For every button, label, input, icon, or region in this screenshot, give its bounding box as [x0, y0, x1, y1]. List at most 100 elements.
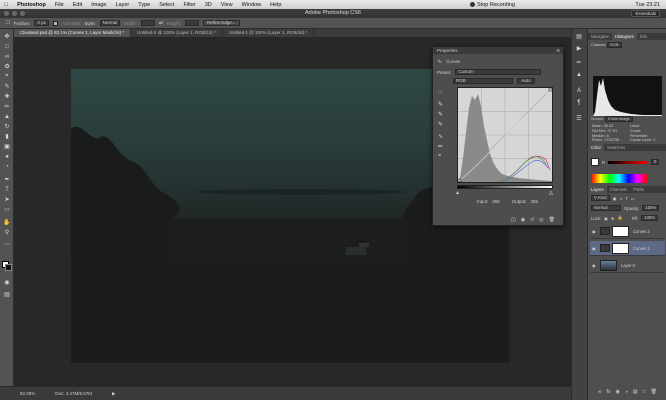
auto-button[interactable]: Auto	[517, 78, 535, 84]
clone-stamp-tool-icon[interactable]: ▲	[3, 113, 11, 120]
filter-pixel-icon[interactable]: ▣	[613, 196, 617, 201]
on-image-adjust-icon[interactable]: ☞	[438, 89, 443, 96]
dodge-tool-icon[interactable]: ◔	[3, 163, 11, 170]
white-point-eyedropper-icon[interactable]: ✎	[438, 121, 443, 128]
menu-3d[interactable]: 3D	[205, 2, 212, 8]
edit-points-icon[interactable]: ∿	[438, 133, 443, 140]
quick-select-tool-icon[interactable]: ✿	[3, 63, 11, 70]
layer-name[interactable]: Curves 2	[633, 229, 650, 234]
panel-menu-icon[interactable]: ☰	[556, 48, 560, 53]
preset-select[interactable]: Custom	[455, 69, 542, 75]
input-value[interactable]: 255	[492, 199, 500, 204]
layer-visibility-eye-icon[interactable]: ◉	[592, 229, 597, 234]
tab-histogram[interactable]: Histogram	[611, 33, 638, 40]
quick-mask-icon[interactable]: ◉	[3, 279, 11, 286]
lasso-tool-icon[interactable]: ∞	[3, 53, 11, 60]
layer-mask-thumb[interactable]	[612, 225, 629, 237]
black-slider-icon[interactable]: ▲	[455, 190, 460, 196]
layer-visibility-eye-icon[interactable]: ◉	[592, 263, 597, 268]
height-input[interactable]	[185, 20, 200, 26]
tab-layers[interactable]: Layers	[588, 186, 607, 193]
clip-to-layer-icon[interactable]: ◫	[511, 217, 516, 223]
close-window-button[interactable]	[4, 11, 9, 16]
eyedropper-tool-icon[interactable]: ✎	[3, 83, 11, 90]
filter-adjustment-icon[interactable]: ◑	[620, 196, 623, 201]
source-select[interactable]: Entire Image	[605, 116, 633, 122]
filter-type-icon[interactable]: T	[625, 196, 628, 201]
feather-input[interactable]: 0 px	[34, 20, 49, 26]
minimize-window-button[interactable]	[12, 11, 17, 16]
hand-tool-icon[interactable]: ✋	[3, 219, 11, 226]
menu-filter[interactable]: Filter	[184, 2, 196, 8]
refine-edge-button[interactable]: Refine Edge...	[203, 20, 240, 26]
lock-pixels-icon[interactable]: ▣	[604, 216, 608, 221]
brush-tool-icon[interactable]: ✏	[3, 103, 11, 110]
pen-tool-icon[interactable]: ✒	[3, 176, 11, 183]
white-slider-icon[interactable]: △	[549, 190, 553, 196]
crop-tool-icon[interactable]: ⌖	[3, 73, 11, 80]
move-tool-icon[interactable]: ✥	[3, 33, 11, 40]
visibility-eye-icon[interactable]: ◎	[539, 217, 543, 223]
channel-select[interactable]: RGB	[453, 78, 513, 84]
link-layers-icon[interactable]: ∞	[598, 389, 602, 395]
draw-curve-icon[interactable]: ✏	[438, 143, 443, 150]
fill-input[interactable]: 100%	[641, 215, 658, 221]
layer-name[interactable]: Layer 0	[621, 263, 635, 268]
swap-icon[interactable]: ⇄	[159, 20, 163, 26]
menu-select[interactable]: Select	[159, 2, 174, 8]
zoom-window-button[interactable]	[20, 11, 25, 16]
tab-color[interactable]: Color	[588, 144, 605, 151]
brush-panel-icon[interactable]: ✏	[575, 59, 583, 66]
history-brush-tool-icon[interactable]: ↻	[3, 123, 11, 130]
menu-photoshop[interactable]: Photoshop	[17, 2, 46, 8]
background-color-swatch[interactable]	[5, 264, 12, 271]
antialias-checkbox[interactable]	[52, 20, 58, 26]
menu-help[interactable]: Help	[270, 2, 281, 8]
black-point-eyedropper-icon[interactable]: ✎	[438, 101, 443, 108]
marquee-tool-icon[interactable]: □	[6, 20, 10, 26]
output-value[interactable]: 255	[531, 199, 539, 204]
recording-indicator[interactable]: Stop Recording	[470, 0, 515, 9]
delete-layer-icon[interactable]: 🗑	[651, 389, 657, 395]
history-panel-icon[interactable]: ▤	[575, 33, 583, 40]
eraser-tool-icon[interactable]: ▮	[3, 133, 11, 140]
layer-name[interactable]: Curves 1	[633, 246, 650, 251]
menu-file[interactable]: File	[55, 2, 64, 8]
reset-icon[interactable]: ↺	[530, 217, 534, 223]
tab-untitled-1[interactable]: Untitled-1 @ 100% (Layer 1, RGB/16) *	[223, 29, 315, 37]
paragraph-panel-icon[interactable]: ¶	[575, 99, 583, 106]
layer-row-layer-0[interactable]: ◉ Layer 0	[590, 258, 665, 273]
layer-row-curves-1[interactable]: ◉ Curves 1	[590, 241, 665, 256]
layer-filter-select[interactable]: ⚲ Kind	[591, 195, 610, 201]
new-adjustment-icon[interactable]: ◑	[625, 389, 628, 395]
tab-untitled-2[interactable]: Untitled-2 @ 100% (Layer 1, RGB/16) *	[131, 29, 223, 37]
healing-brush-tool-icon[interactable]: ✚	[3, 93, 11, 100]
opacity-input[interactable]: 100%	[642, 205, 660, 211]
width-input[interactable]	[140, 20, 155, 26]
properties-panel-icon[interactable]: ☰	[575, 115, 583, 122]
menu-image[interactable]: Image	[91, 2, 106, 8]
marquee-tool-icon[interactable]: □	[3, 43, 11, 50]
properties-header[interactable]: Properties ☰	[433, 47, 563, 54]
add-mask-icon[interactable]: ◉	[615, 389, 619, 395]
color-spectrum-ramp[interactable]	[591, 174, 647, 183]
status-menu-icon[interactable]: ▶	[112, 391, 115, 397]
delete-adjustment-icon[interactable]: 🗑	[549, 217, 555, 223]
type-tool-icon[interactable]: T	[3, 186, 11, 193]
character-panel-icon[interactable]: A	[575, 87, 583, 94]
tab-paths[interactable]: Paths	[630, 186, 647, 193]
tab-channels[interactable]: Channels	[607, 186, 631, 193]
menu-clock[interactable]: Tue 23:21	[635, 0, 660, 9]
clone-source-panel-icon[interactable]: ▲	[575, 71, 583, 78]
layer-style-icon[interactable]: fx	[607, 389, 611, 395]
tab-info[interactable]: Info	[637, 33, 650, 40]
lock-move-icon[interactable]: ✥	[611, 216, 615, 221]
color-r-slider[interactable]	[608, 160, 649, 164]
gradient-tool-icon[interactable]: ▣	[3, 143, 11, 150]
lock-all-icon[interactable]: 🔒	[618, 215, 623, 221]
histogram-channel-select[interactable]: RGB	[607, 42, 622, 48]
workspace-switcher[interactable]: Essentials	[631, 10, 660, 17]
gray-point-eyedropper-icon[interactable]: ✎	[438, 111, 443, 118]
zoom-tool-icon[interactable]: ⚲	[3, 229, 11, 236]
blur-tool-icon[interactable]: ●	[3, 153, 11, 160]
